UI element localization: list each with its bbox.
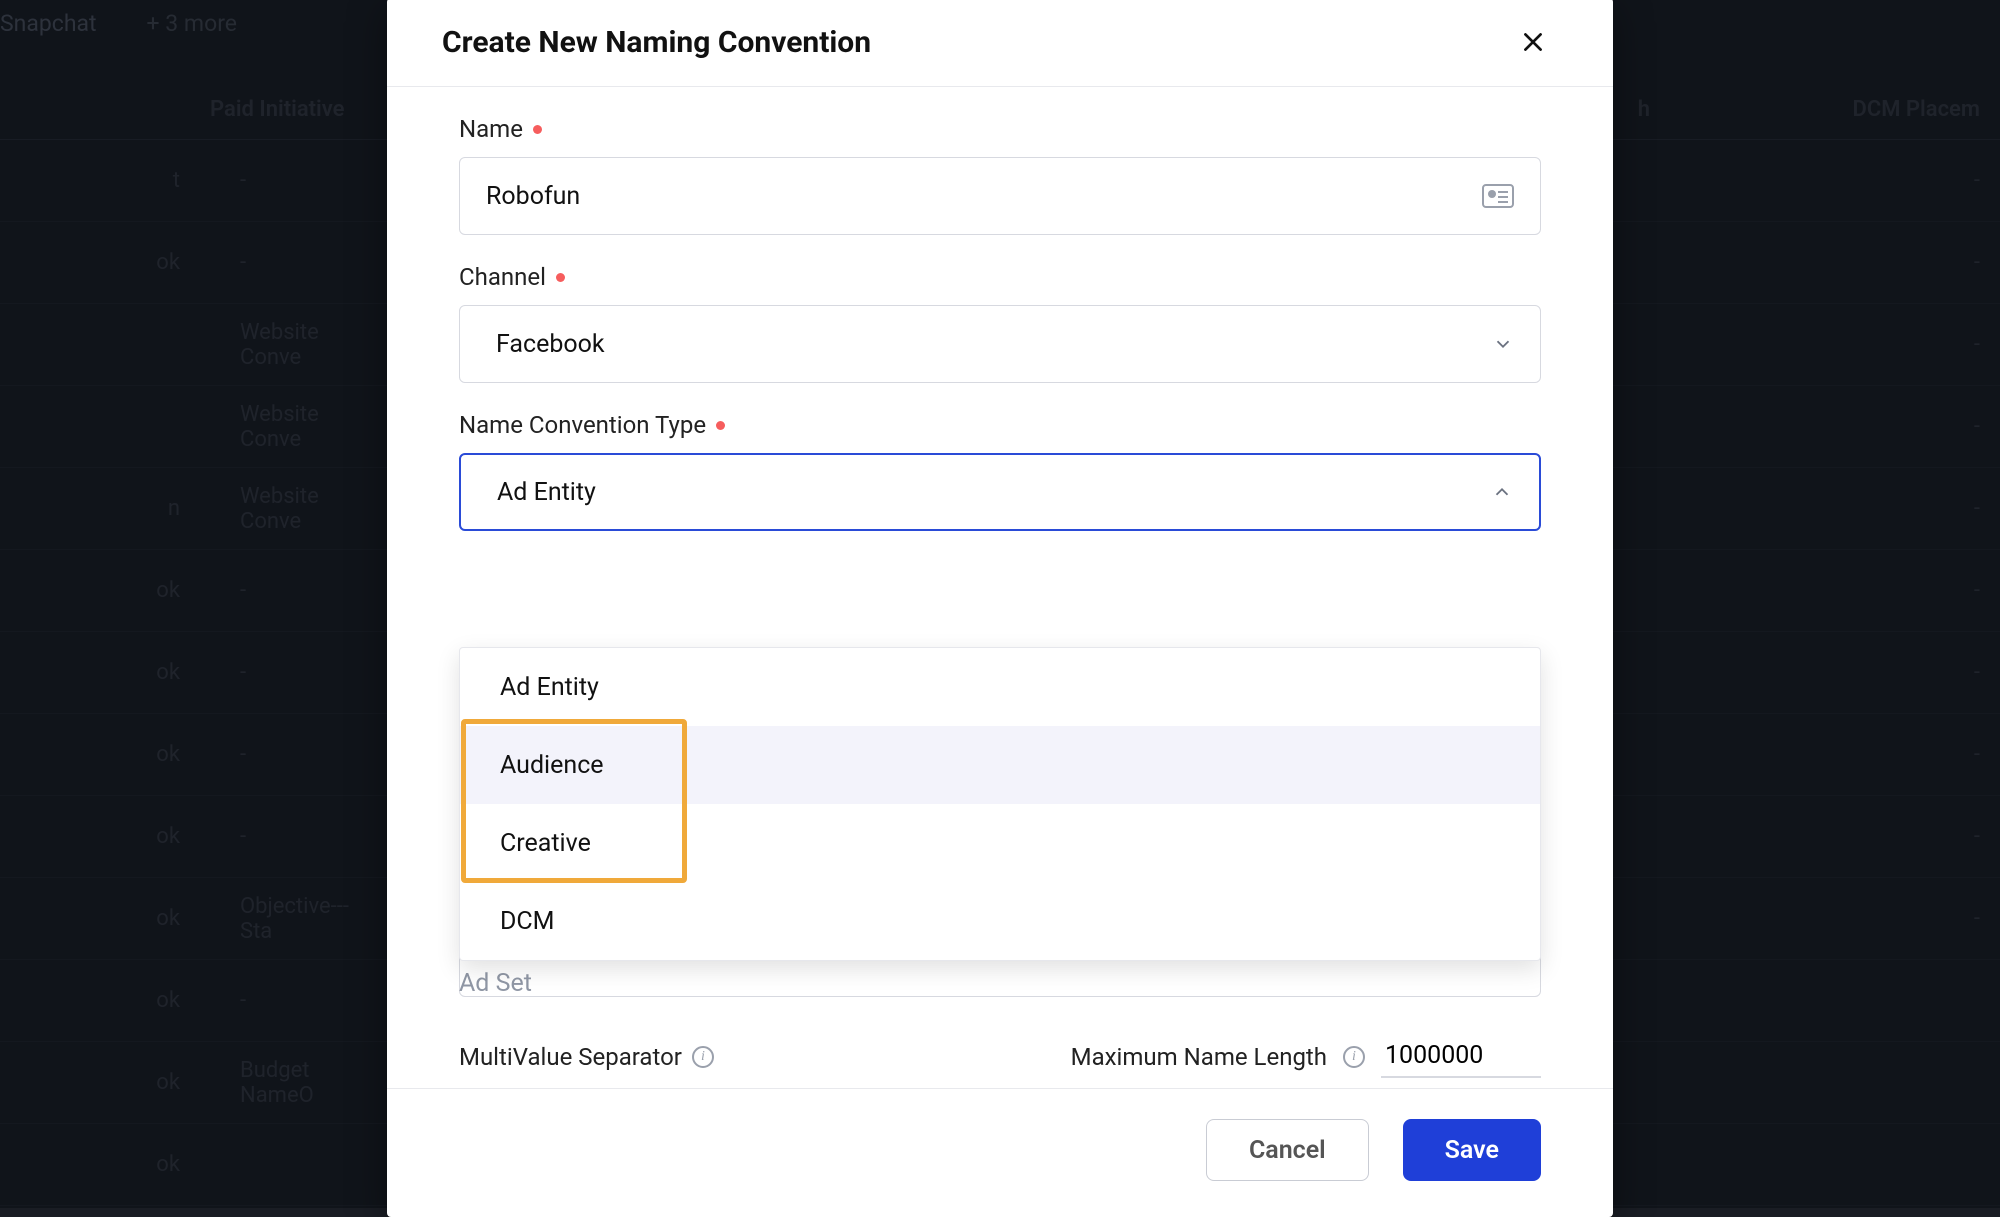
type-option-audience[interactable]: Audience — [460, 726, 1540, 804]
cancel-button[interactable]: Cancel — [1206, 1119, 1369, 1181]
close-icon — [1520, 29, 1546, 55]
modal-title: Create New Naming Convention — [442, 25, 871, 60]
create-naming-convention-modal: Create New Naming Convention Name Robofu… — [387, 0, 1613, 1217]
chevron-up-icon — [1491, 481, 1513, 503]
name-label: Name — [459, 115, 523, 143]
type-option-creative[interactable]: Creative — [460, 804, 1540, 882]
type-option-ad-entity[interactable]: Ad Entity — [460, 648, 1540, 726]
info-icon[interactable]: i — [692, 1046, 714, 1068]
type-option-dcm[interactable]: DCM — [460, 882, 1540, 960]
name-input-value: Robofun — [486, 182, 580, 211]
type-value: Ad Entity — [497, 478, 596, 507]
channel-label: Channel — [459, 263, 546, 291]
required-dot-icon — [533, 125, 542, 134]
type-select[interactable]: Ad Entity — [459, 453, 1541, 531]
save-button[interactable]: Save — [1403, 1119, 1541, 1181]
info-icon[interactable]: i — [1343, 1046, 1365, 1068]
maximum-name-length-label: Maximum Name Length — [1071, 1043, 1327, 1071]
maximum-name-length-input[interactable] — [1381, 1035, 1541, 1078]
chevron-down-icon — [1492, 333, 1514, 355]
required-dot-icon — [716, 421, 725, 430]
type-dropdown: Ad EntityAudienceCreativeDCM — [459, 647, 1541, 961]
channel-value: Facebook — [496, 330, 605, 359]
adset-label-behind: Ad Set — [459, 969, 532, 998]
name-input[interactable]: Robofun — [459, 157, 1541, 235]
multivalue-separator-label: MultiValue Separator — [459, 1043, 682, 1071]
id-card-icon — [1482, 184, 1514, 208]
channel-select[interactable]: Facebook — [459, 305, 1541, 383]
required-dot-icon — [556, 273, 565, 282]
type-label: Name Convention Type — [459, 411, 706, 439]
close-button[interactable] — [1513, 22, 1553, 62]
